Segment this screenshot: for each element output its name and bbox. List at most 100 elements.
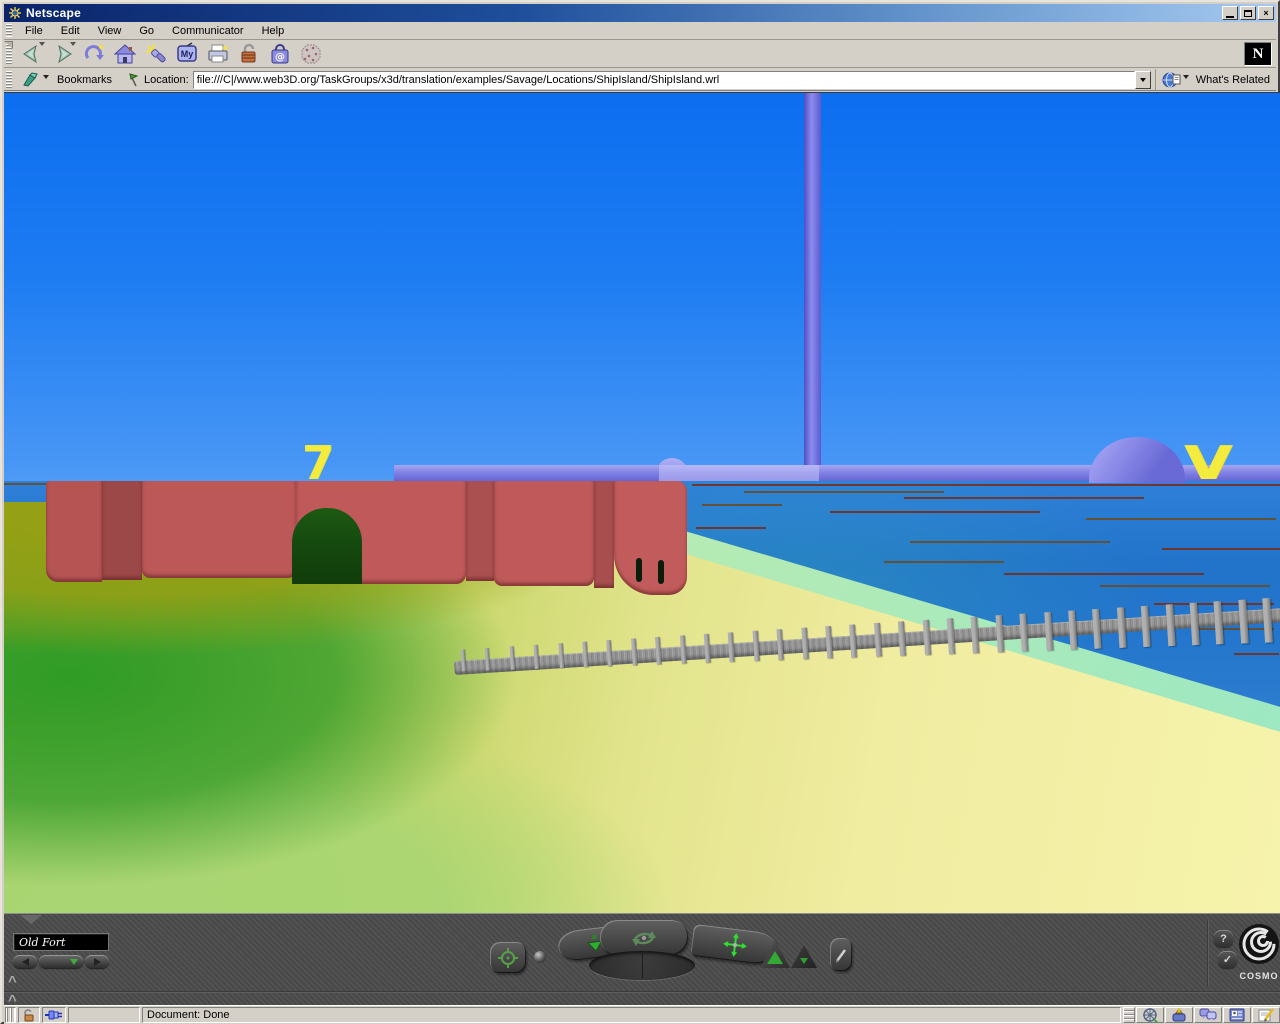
tilt-icon [800,958,808,964]
composer-button[interactable] [1252,1007,1280,1023]
menu-gripper[interactable] [6,24,12,38]
close-icon: × [1263,9,1268,18]
previous-viewpoint-button[interactable] [13,955,37,968]
unlocked-padlock-icon [22,1008,36,1022]
seek-crosshair-icon [498,948,518,968]
fort-facet [102,481,142,580]
window-title: Netscape [26,6,81,20]
home-icon [113,42,137,66]
component-bar [1122,1006,1280,1024]
component-bar-handle[interactable] [1123,1007,1135,1023]
security-status-button[interactable] [18,1007,40,1023]
viewpoint-dropdown-icon [70,959,78,965]
viewpoint-list-button[interactable] [39,955,83,968]
edit-preferences-button[interactable] [830,938,852,971]
whats-related-label: What's Related [1196,74,1270,86]
status-gripper [5,1007,16,1023]
security-lock-icon [237,42,261,66]
status-message-panel: Document: Done [142,1007,1121,1023]
url-input[interactable]: file:///C|/www.web3D.org/TaskGroups/x3d/… [193,71,1135,89]
my-netscape-button[interactable]: My [171,42,202,67]
cosmo-spiral-icon [1237,922,1280,966]
stop-button[interactable] [295,42,326,67]
dashboard-expand-icon[interactable]: ^ [8,978,17,986]
netscape-throbber[interactable]: N [1244,42,1272,66]
check-icon: ✓ [1223,953,1232,966]
progress-bar [68,1007,140,1023]
url-dropdown-button[interactable] [1135,71,1151,89]
reload-button[interactable] [78,42,109,67]
menu-bar: File Edit View Go Communicator Help [4,22,1276,40]
cosmo-logo: COSMO [1234,922,1280,984]
discussions-button[interactable] [1194,1007,1222,1023]
seek-button[interactable] [490,942,526,973]
scene-flagpole [804,93,821,482]
dashboard-collapse-icon[interactable] [20,915,42,924]
menu-edit[interactable]: Edit [52,23,89,39]
restore-button[interactable] [1240,6,1256,20]
fort-door [292,508,362,584]
reload-icon [82,42,106,66]
next-viewpoint-button[interactable] [85,955,109,968]
menu-file[interactable]: File [16,23,52,39]
menu-help[interactable]: Help [253,23,294,39]
shop-button[interactable]: @ [264,42,295,67]
netscape-window: Netscape × File Edit View Go Communicato… [0,0,1280,1024]
scene-purple-mound [1089,437,1185,483]
fort-tower [614,481,687,595]
vrml-3d-viewport[interactable]: 7 V [4,92,1280,913]
scene-marker-v: V [1184,443,1232,483]
security-button[interactable] [233,42,264,67]
title-bar: Netscape × [4,4,1276,22]
online-status-button[interactable] [42,1007,66,1023]
search-icon [144,42,168,66]
dashboard-vertical-separator [1207,920,1209,986]
straighten-icon [767,951,783,964]
bookmarks-icon [22,72,42,88]
rotate-mode-button[interactable] [600,920,688,955]
stop-icon [299,42,323,66]
forward-button[interactable] [47,42,78,67]
navigator-button[interactable] [1136,1007,1164,1023]
scene-old-fort [46,481,687,595]
print-icon [206,42,230,66]
minimize-button[interactable] [1222,6,1238,20]
fort-facet [594,481,614,588]
minimize-icon [1226,16,1234,18]
fort-facet [466,481,494,581]
cosmo-player-dashboard: Old Fort ^ ^ [4,913,1280,1005]
location-icon[interactable] [126,72,140,88]
address-book-button[interactable] [1223,1007,1251,1023]
print-button[interactable] [202,42,233,67]
status-text: Document: Done [147,1009,230,1021]
menu-communicator[interactable]: Communicator [163,23,253,39]
menu-go[interactable]: Go [130,23,163,39]
dashboard-trackpad[interactable] [589,951,695,980]
status-bar: Document: Done [4,1005,1280,1024]
navigator-wheel-icon [1141,1007,1159,1023]
svg-text:My: My [180,49,193,59]
back-dropdown-icon[interactable] [39,42,45,46]
fort-facet [46,481,102,582]
back-button[interactable] [16,42,47,67]
help-icon: ? [1220,933,1227,945]
search-button[interactable] [140,42,171,67]
whats-related-button[interactable]: What's Related [1155,69,1276,90]
restore-icon [1244,10,1252,17]
location-gripper[interactable] [6,71,12,88]
bookmarks-label[interactable]: Bookmarks [57,74,112,86]
close-button[interactable]: × [1258,6,1274,20]
next-arrow-icon [94,958,101,966]
forward-dropdown-icon[interactable] [70,42,76,46]
mailbox-button[interactable] [1165,1007,1193,1023]
fort-facet [142,481,296,578]
cosmo-help-button[interactable]: ? [1214,930,1233,947]
tilt-button[interactable] [791,945,817,968]
dashboard-expand-icon-2[interactable]: ^ [8,997,17,1005]
my-netscape-icon: My [175,42,199,66]
home-button[interactable] [109,42,140,67]
scene-marker-7: 7 [302,443,334,483]
dashboard-ball[interactable] [534,951,546,963]
mailbox-icon [1170,1007,1188,1023]
menu-view[interactable]: View [89,23,131,39]
